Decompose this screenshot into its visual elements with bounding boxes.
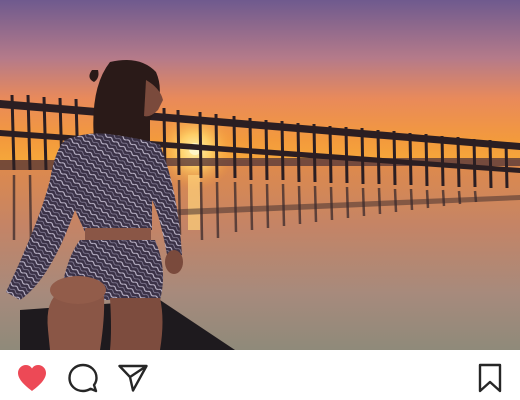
save-button[interactable] [474, 362, 506, 394]
paper-plane-icon [118, 364, 148, 392]
sun-reflection [188, 175, 200, 230]
like-button[interactable] [16, 362, 48, 394]
share-button[interactable] [117, 362, 149, 394]
speech-bubble-icon [68, 363, 98, 393]
post-action-bar [0, 350, 520, 400]
post-photo[interactable] [0, 0, 520, 350]
bookmark-icon [478, 363, 502, 393]
comment-button[interactable] [67, 362, 99, 394]
heart-filled-icon [18, 365, 46, 391]
